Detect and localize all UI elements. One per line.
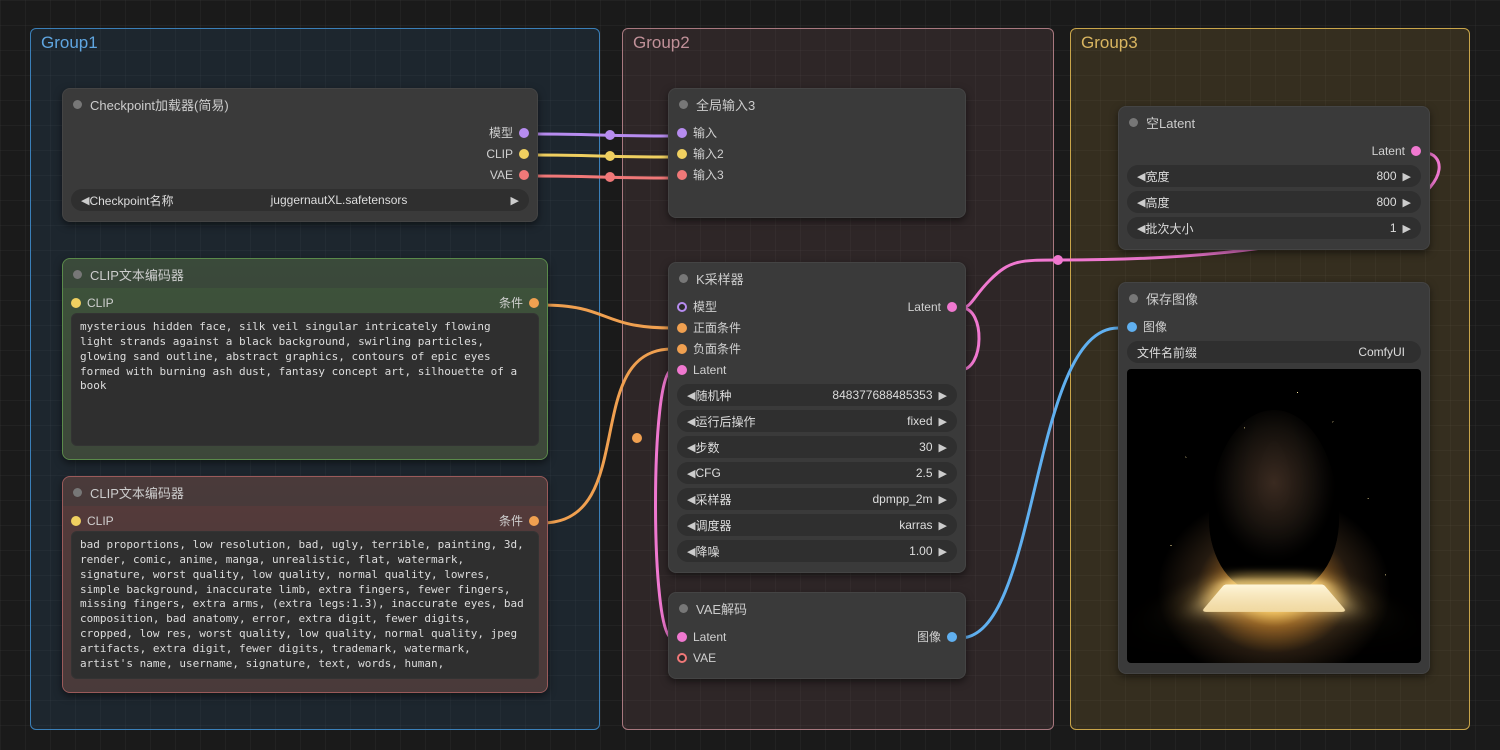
- collapse-icon[interactable]: [1129, 294, 1138, 303]
- node-ksampler[interactable]: K采样器 模型 Latent 正面条件 负面条件 Latent ◀随机种8483…: [668, 262, 966, 573]
- sampler-widget[interactable]: ◀采样器dpmpp_2m▶: [677, 488, 957, 510]
- scheduler-widget[interactable]: ◀调度器karras▶: [677, 514, 957, 536]
- checkpoint-name-widget[interactable]: ◀ Checkpoint名称 juggernautXL.safetensors …: [71, 189, 529, 211]
- input-latent-port[interactable]: [677, 632, 687, 642]
- collapse-icon[interactable]: [679, 274, 688, 283]
- collapse-icon[interactable]: [679, 604, 688, 613]
- input-3-port[interactable]: [677, 170, 687, 180]
- batch-size-widget[interactable]: ◀批次大小1▶: [1127, 217, 1421, 239]
- input-2-port[interactable]: [677, 149, 687, 159]
- collapse-icon[interactable]: [679, 100, 688, 109]
- denoise-widget[interactable]: ◀降噪1.00▶: [677, 540, 957, 562]
- node-title: 全局输入3: [696, 95, 755, 114]
- input-clip-port[interactable]: [71, 516, 81, 526]
- output-model-label: 模型: [489, 124, 513, 141]
- node-clip-text-negative[interactable]: CLIP文本编码器 CLIP 条件: [62, 476, 548, 693]
- group-3-title: Group3: [1081, 33, 1138, 53]
- output-vae-label: VAE: [490, 168, 513, 182]
- output-image-port[interactable]: [947, 632, 957, 642]
- input-positive-port[interactable]: [677, 323, 687, 333]
- node-title: 保存图像: [1146, 289, 1198, 308]
- output-image-preview[interactable]: [1127, 369, 1421, 663]
- node-title: VAE解码: [696, 599, 747, 618]
- output-clip-label: CLIP: [486, 147, 513, 161]
- steps-widget[interactable]: ◀步数30▶: [677, 436, 957, 458]
- group-2-title: Group2: [633, 33, 690, 53]
- output-model-port[interactable]: [519, 128, 529, 138]
- group-1-title: Group1: [41, 33, 98, 53]
- node-title: Checkpoint加载器(简易): [90, 95, 229, 114]
- output-vae-port[interactable]: [519, 170, 529, 180]
- seed-widget[interactable]: ◀随机种848377688485353▶: [677, 384, 957, 406]
- filename-prefix-widget[interactable]: 文件名前缀 ComfyUI: [1127, 341, 1421, 363]
- node-save-image[interactable]: 保存图像 图像 文件名前缀 ComfyUI: [1118, 282, 1430, 674]
- control-after-generate-widget[interactable]: ◀运行后操作fixed▶: [677, 410, 957, 432]
- output-clip-port[interactable]: [519, 149, 529, 159]
- input-clip-port[interactable]: [71, 298, 81, 308]
- collapse-icon[interactable]: [1129, 118, 1138, 127]
- cfg-widget[interactable]: ◀CFG2.5▶: [677, 462, 957, 484]
- node-checkpoint-loader[interactable]: Checkpoint加载器(简易) 模型 CLIP VAE ◀ Checkpoi…: [62, 88, 538, 222]
- input-negative-port[interactable]: [677, 344, 687, 354]
- node-title: K采样器: [696, 269, 744, 288]
- node-global-input[interactable]: 全局输入3 输入 输入2 输入3: [668, 88, 966, 218]
- node-vae-decode[interactable]: VAE解码 Latent 图像 VAE: [668, 592, 966, 679]
- node-empty-latent[interactable]: 空Latent Latent ◀宽度800▶ ◀高度800▶ ◀批次大小1▶: [1118, 106, 1430, 250]
- collapse-icon[interactable]: [73, 488, 82, 497]
- node-title: 空Latent: [1146, 113, 1195, 132]
- input-1-port[interactable]: [677, 128, 687, 138]
- collapse-icon[interactable]: [73, 100, 82, 109]
- node-title: CLIP文本编码器: [90, 483, 184, 502]
- node-title: CLIP文本编码器: [90, 265, 184, 284]
- collapse-icon[interactable]: [73, 270, 82, 279]
- node-clip-text-positive[interactable]: CLIP文本编码器 CLIP 条件: [62, 258, 548, 460]
- output-conditioning-port[interactable]: [529, 298, 539, 308]
- chevron-left-icon[interactable]: ◀: [81, 194, 89, 207]
- output-conditioning-port[interactable]: [529, 516, 539, 526]
- chevron-right-icon[interactable]: ▶: [511, 194, 519, 207]
- output-latent-port[interactable]: [1411, 146, 1421, 156]
- positive-prompt-input[interactable]: [71, 313, 539, 446]
- input-vae-port[interactable]: [677, 653, 687, 663]
- output-latent-port[interactable]: [947, 302, 957, 312]
- input-image-port[interactable]: [1127, 322, 1137, 332]
- width-widget[interactable]: ◀宽度800▶: [1127, 165, 1421, 187]
- negative-prompt-input[interactable]: [71, 531, 539, 679]
- input-latent-port[interactable]: [677, 365, 687, 375]
- height-widget[interactable]: ◀高度800▶: [1127, 191, 1421, 213]
- input-model-port[interactable]: [677, 302, 687, 312]
